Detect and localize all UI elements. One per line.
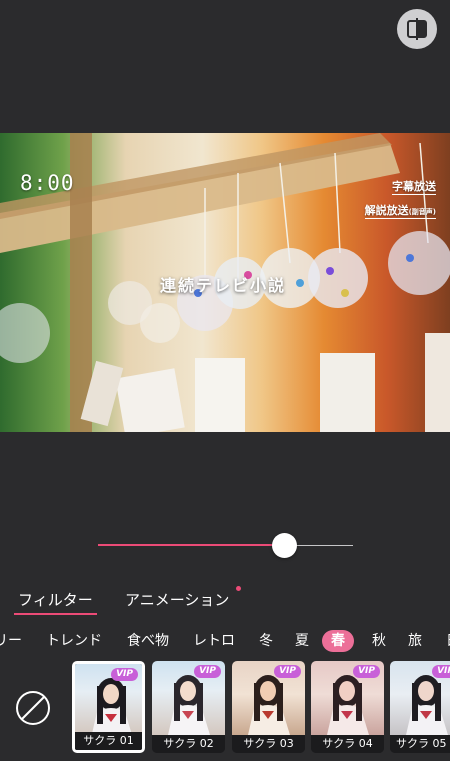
commentary-broadcast-tag: 解説放送(副音声) — [364, 202, 436, 219]
category-item[interactable]: リー — [0, 630, 22, 652]
slider-fill — [98, 544, 284, 546]
filter-thumb-sakura-02[interactable]: VIP サクラ 02 — [152, 661, 225, 753]
filter-thumb-sakura-01[interactable]: VIP サクラ 01 — [72, 661, 145, 753]
category-item[interactable]: 冬 — [259, 630, 273, 652]
category-item[interactable]: レトロ — [193, 630, 235, 652]
main-tabs: フィルター アニメーション — [0, 589, 450, 619]
slider-thumb[interactable] — [271, 533, 297, 558]
filter-thumb-sakura-04[interactable]: VIP サクラ 04 — [311, 661, 384, 753]
no-filter-button[interactable] — [15, 690, 51, 726]
video-preview[interactable]: 8:00 字幕放送 解説放送(副音声) 連続テレビ小説 — [0, 133, 450, 432]
new-badge-dot — [236, 586, 241, 591]
preview-clock: 8:00 — [20, 171, 75, 195]
compare-button[interactable] — [397, 9, 437, 49]
filter-category-bar[interactable]: リー トレンド 食べ物 レトロ 冬 夏 春 秋 旅 日 — [0, 630, 450, 652]
commentary-tag-sub: (副音声) — [408, 208, 436, 216]
filter-intensity-slider[interactable] — [98, 531, 353, 559]
filter-label: サクラ 05 — [390, 735, 450, 753]
vip-badge: VIP — [432, 665, 450, 678]
category-item[interactable]: 秋 — [372, 630, 386, 652]
filter-label: サクラ 01 — [75, 732, 142, 750]
vip-badge: VIP — [111, 668, 138, 681]
filter-thumb-sakura-05[interactable]: VIP サクラ 05 — [390, 661, 450, 753]
category-item-active[interactable]: 春 — [322, 630, 354, 652]
split-compare-icon — [407, 18, 427, 40]
vip-badge: VIP — [353, 665, 380, 678]
no-filter-icon — [16, 691, 50, 725]
filter-label: サクラ 03 — [232, 735, 305, 753]
subtitle-broadcast-tag: 字幕放送 — [392, 180, 436, 195]
vip-badge: VIP — [194, 665, 221, 678]
filter-label: サクラ 02 — [152, 735, 225, 753]
filter-label: サクラ 04 — [311, 735, 384, 753]
preview-caption: 連続テレビ小説 — [160, 276, 287, 295]
category-item[interactable]: トレンド — [46, 630, 102, 652]
category-item[interactable]: 食べ物 — [127, 630, 169, 652]
commentary-tag-text: 解説放送 — [364, 204, 409, 217]
category-item[interactable]: 旅 — [408, 630, 422, 652]
filter-thumb-sakura-03[interactable]: VIP サクラ 03 — [232, 661, 305, 753]
category-item[interactable]: 夏 — [295, 630, 309, 652]
tab-animation[interactable]: アニメーション — [125, 589, 229, 610]
vip-badge: VIP — [274, 665, 301, 678]
category-item[interactable]: 日 — [446, 630, 450, 652]
tab-filter[interactable]: フィルター — [14, 589, 97, 615]
